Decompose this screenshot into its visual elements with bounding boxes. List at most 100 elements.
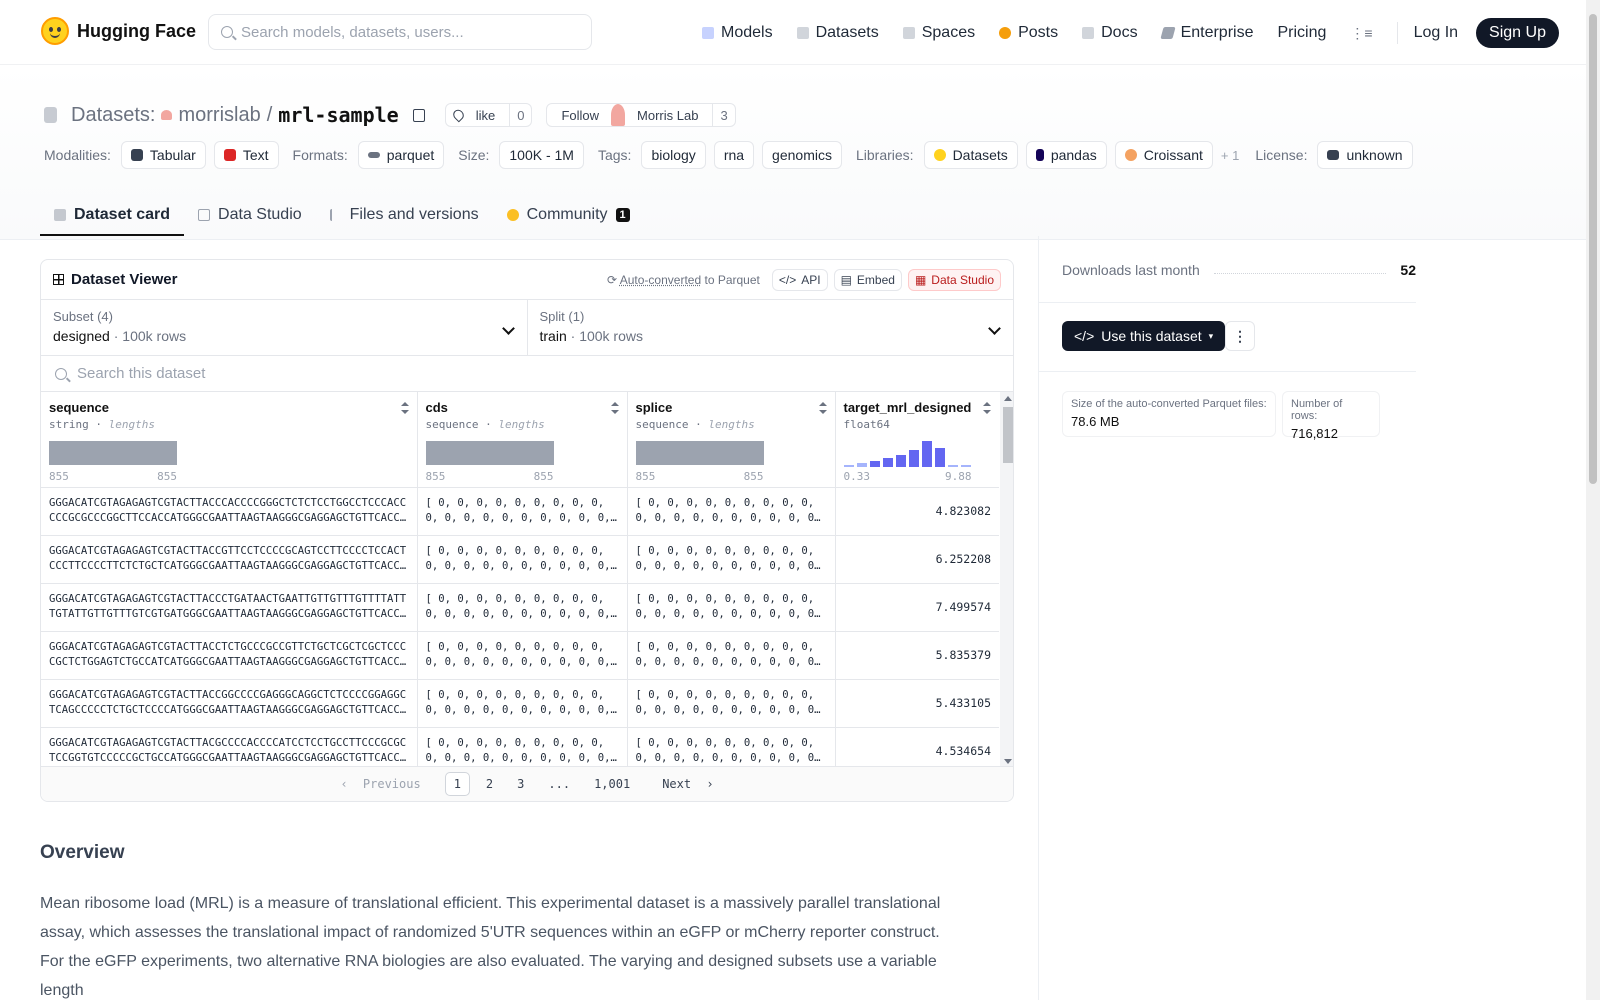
- table-row[interactable]: GGGACATCGTAGAGAGTCGTACTTACGCCCCACCCCATCC…: [41, 727, 999, 768]
- cell-target[interactable]: 4.823082: [835, 487, 999, 536]
- tag-datasets[interactable]: Datasets: [923, 141, 1018, 169]
- api-button[interactable]: </> API: [771, 268, 828, 291]
- tag-size[interactable]: 100K - 1M: [499, 141, 584, 169]
- cell-splice[interactable]: [ 0, 0, 0, 0, 0, 0, 0, 0, 0, 0, 0, 0, 0,…: [627, 583, 836, 632]
- tag-parquet[interactable]: parquet: [357, 141, 445, 169]
- signup-button[interactable]: Sign Up: [1476, 18, 1559, 48]
- nav-links: Models Datasets Spaces Posts Docs Enterp…: [702, 18, 1559, 48]
- more-options-button[interactable]: ⋮: [1225, 321, 1255, 351]
- auto-converted-note[interactable]: ⟳ Auto-converted to Parquet: [607, 273, 760, 287]
- table-row[interactable]: GGGACATCGTAGAGAGTCGTACTTACCTCTGCCCGCCGTT…: [41, 631, 999, 680]
- nav-enterprise[interactable]: Enterprise: [1159, 19, 1253, 47]
- previous-button[interactable]: ‹ Previous: [332, 773, 436, 795]
- subset-select[interactable]: Subset (4) designed · 100k rows: [41, 300, 527, 355]
- nav-pricing[interactable]: Pricing: [1277, 19, 1326, 47]
- column-header[interactable]: sequence string · lengths 855 855: [41, 392, 418, 488]
- page-last[interactable]: 1,001: [586, 773, 638, 795]
- cell-target[interactable]: 6.252208: [835, 535, 999, 584]
- cell-target[interactable]: 5.835379: [835, 631, 999, 680]
- column-header[interactable]: target_mrl_designed float64 0.33 9.88: [835, 392, 999, 488]
- embed-button[interactable]: ▤ Embed: [833, 268, 902, 291]
- cell-cds[interactable]: [ 0, 0, 0, 0, 0, 0, 0, 0, 0, 0, 0, 0, 0,…: [417, 583, 628, 632]
- nav-spaces[interactable]: Spaces: [902, 19, 975, 47]
- search-placeholder: Search models, datasets, users...: [241, 23, 464, 41]
- tag-tabular[interactable]: Tabular: [120, 141, 206, 169]
- tab-data-studio[interactable]: Data Studio: [184, 195, 316, 235]
- sort-icon[interactable]: [983, 402, 991, 414]
- cell-sequence[interactable]: GGGACATCGTAGAGAGTCGTACTTACCCTGATAACTGAAT…: [41, 583, 418, 632]
- cell-target[interactable]: 7.499574: [835, 583, 999, 632]
- tab-community[interactable]: Community 1: [493, 195, 644, 235]
- follow-button[interactable]: Follow Morris Lab 3: [546, 103, 736, 127]
- sort-icon[interactable]: [818, 402, 827, 414]
- tab-dataset-card[interactable]: Dataset card: [40, 195, 185, 236]
- libraries-more[interactable]: + 1: [1221, 148, 1239, 163]
- login-link[interactable]: Log In: [1414, 24, 1458, 42]
- cell-splice[interactable]: [ 0, 0, 0, 0, 0, 0, 0, 0, 0, 0, 0, 0, 0,…: [627, 679, 836, 728]
- tag-genomics[interactable]: genomics: [762, 141, 842, 169]
- cell-splice[interactable]: [ 0, 0, 0, 0, 0, 0, 0, 0, 0, 0, 0, 0, 0,…: [627, 631, 836, 680]
- page-scrollbar[interactable]: [1586, 0, 1600, 1000]
- page-2[interactable]: 2: [478, 773, 501, 795]
- brand-logo[interactable]: Hugging Face: [41, 17, 196, 45]
- scroll-up-icon[interactable]: [1004, 396, 1012, 401]
- split-select[interactable]: Split (1) train · 100k rows: [526, 300, 1014, 355]
- nav-models[interactable]: Models: [702, 19, 773, 47]
- cell-cds[interactable]: [ 0, 0, 0, 0, 0, 0, 0, 0, 0, 0, 0, 0, 0,…: [417, 679, 628, 728]
- cell-sequence[interactable]: GGGACATCGTAGAGAGTCGTACTTACCTCTGCCCGCCGTT…: [41, 631, 418, 680]
- nav-datasets[interactable]: Datasets: [796, 19, 879, 47]
- next-button[interactable]: Next ›: [646, 773, 721, 795]
- column-header[interactable]: cds sequence · lengths 855 855: [417, 392, 628, 488]
- cell-splice[interactable]: [ 0, 0, 0, 0, 0, 0, 0, 0, 0, 0, 0, 0, 0,…: [627, 727, 836, 768]
- cell-target[interactable]: 5.433105: [835, 679, 999, 728]
- tag-biology[interactable]: biology: [641, 141, 706, 169]
- tag-rna[interactable]: rna: [713, 141, 755, 169]
- sort-icon[interactable]: [400, 402, 409, 414]
- histogram-bar: [935, 447, 946, 467]
- split-value: train: [539, 328, 567, 344]
- tag-text[interactable]: Text: [213, 141, 279, 169]
- column-header[interactable]: splice sequence · lengths 855 855: [627, 392, 836, 488]
- page-scrollbar-thumb[interactable]: [1589, 14, 1597, 484]
- viewer-title: Dataset Viewer: [53, 271, 177, 288]
- cell-splice[interactable]: [ 0, 0, 0, 0, 0, 0, 0, 0, 0, 0, 0, 0, 0,…: [627, 535, 836, 584]
- tag-croissant[interactable]: Croissant: [1114, 141, 1213, 169]
- more-menu-icon[interactable]: ⋮≡: [1350, 19, 1372, 47]
- dataset-search-input[interactable]: Search this dataset: [41, 356, 1013, 392]
- tab-files[interactable]: Files and versions: [316, 195, 493, 235]
- nav-docs[interactable]: Docs: [1082, 19, 1138, 47]
- repo-type-label[interactable]: Datasets:: [71, 104, 155, 127]
- table-row[interactable]: GGGACATCGTAGAGAGTCGTACTTACCGGCCCCGAGGGCA…: [41, 679, 999, 728]
- table-row[interactable]: GGGACATCGTAGAGAGTCGTACTTACCCTGATAACTGAAT…: [41, 583, 999, 632]
- column-type: float64: [843, 418, 890, 431]
- table-row[interactable]: GGGACATCGTAGAGAGTCGTACTTACCGTTCCTCCCCGCA…: [41, 535, 999, 584]
- use-dataset-button[interactable]: </> Use this dataset ▾: [1062, 321, 1226, 351]
- sort-icon[interactable]: [610, 402, 619, 414]
- cell-sequence[interactable]: GGGACATCGTAGAGAGTCGTACTTACGCCCCACCCCATCC…: [41, 727, 418, 768]
- search-input[interactable]: Search models, datasets, users...: [208, 14, 592, 50]
- cell-cds[interactable]: [ 0, 0, 0, 0, 0, 0, 0, 0, 0, 0, 0, 0, 0,…: [417, 727, 628, 768]
- cell-sequence[interactable]: GGGACATCGTAGAGAGTCGTACTTACCCACCCCGGGCTCT…: [41, 487, 418, 536]
- tag-pandas[interactable]: pandas: [1025, 141, 1107, 169]
- column-type: sequence · lengths: [425, 418, 545, 431]
- repo-name[interactable]: mrl-sample: [278, 103, 398, 127]
- cell-sequence[interactable]: GGGACATCGTAGAGAGTCGTACTTACCGTTCCTCCCCGCA…: [41, 535, 418, 584]
- page-3[interactable]: 3: [509, 773, 532, 795]
- repo-owner[interactable]: morrislab: [161, 104, 261, 127]
- like-button[interactable]: like 0: [444, 103, 533, 127]
- scrollbar-thumb[interactable]: [1003, 407, 1013, 463]
- cell-cds[interactable]: [ 0, 0, 0, 0, 0, 0, 0, 0, 0, 0, 0, 0, 0,…: [417, 631, 628, 680]
- cell-target[interactable]: 4.534654: [835, 727, 999, 768]
- cell-splice[interactable]: [ 0, 0, 0, 0, 0, 0, 0, 0, 0, 0, 0, 0, 0,…: [627, 487, 836, 536]
- data-studio-button[interactable]: ▦ Data Studio: [907, 268, 1001, 291]
- tag-license[interactable]: unknown: [1317, 141, 1413, 169]
- copy-icon[interactable]: [412, 108, 425, 122]
- table-scrollbar[interactable]: [1000, 392, 1013, 768]
- table-row[interactable]: GGGACATCGTAGAGAGTCGTACTTACCCACCCCGGGCTCT…: [41, 487, 999, 536]
- cell-sequence[interactable]: GGGACATCGTAGAGAGTCGTACTTACCGGCCCCGAGGGCA…: [41, 679, 418, 728]
- cell-cds[interactable]: [ 0, 0, 0, 0, 0, 0, 0, 0, 0, 0, 0, 0, 0,…: [417, 487, 628, 536]
- page-1[interactable]: 1: [444, 772, 470, 796]
- scroll-down-icon[interactable]: [1004, 759, 1012, 764]
- cell-cds[interactable]: [ 0, 0, 0, 0, 0, 0, 0, 0, 0, 0, 0, 0, 0,…: [417, 535, 628, 584]
- nav-posts[interactable]: Posts: [999, 19, 1058, 47]
